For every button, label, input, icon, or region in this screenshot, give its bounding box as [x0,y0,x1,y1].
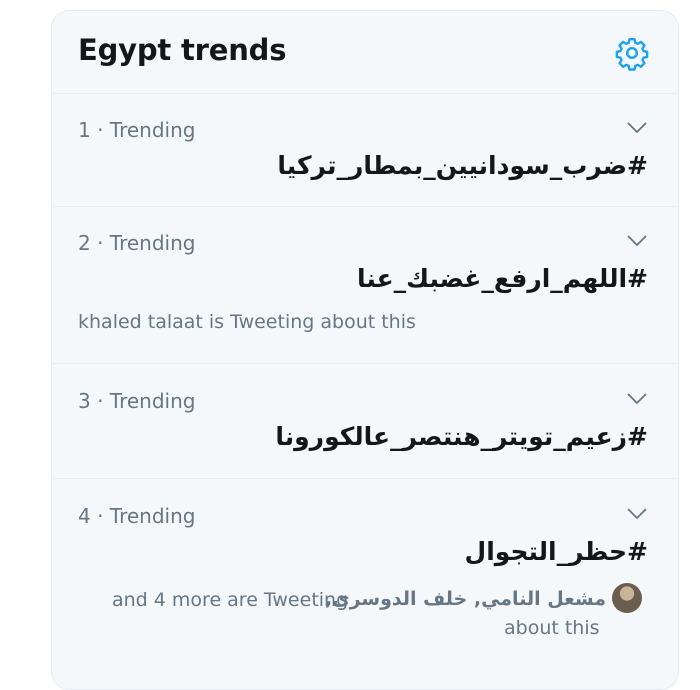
trend-context-line2: about this [504,617,600,639]
chevron-down-icon[interactable] [626,121,648,135]
trend-item-3[interactable]: 3 · Trending #زعيم_تويتر_هنتصر_عالكورونا [52,364,678,479]
trend-context-line1: and 4 more are Tweeting [112,589,349,611]
trend-meta: 2 · Trending [78,231,196,255]
page-title: Egypt trends [78,33,287,67]
trend-hashtag[interactable]: #حظر_التجوال [465,537,648,566]
trend-meta: 3 · Trending [78,389,196,413]
trend-hashtag[interactable]: #ضرب_سودانيين_بمطار_تركيا [277,151,648,180]
trend-item-1[interactable]: 1 · Trending #ضرب_سودانيين_بمطار_تركيا [52,94,678,207]
trends-header: Egypt trends [52,11,678,94]
tweeting-user-names: مشعل النامي, خلف الدوسري, [324,588,606,610]
trend-context: khaled talaat is Tweeting about this [78,311,416,333]
trend-meta: 4 · Trending [78,504,196,528]
trend-item-2[interactable]: 2 · Trending #اللهم_ارفع_غضبك_عنا khaled… [52,207,678,364]
trend-hashtag[interactable]: #اللهم_ارفع_غضبك_عنا [357,264,648,293]
trend-item-4[interactable]: 4 · Trending #حظر_التجوال مشعل النامي, خ… [52,479,678,679]
trend-meta: 1 · Trending [78,118,196,142]
gear-icon[interactable] [614,35,650,71]
chevron-down-icon[interactable] [626,234,648,248]
trend-hashtag[interactable]: #زعيم_تويتر_هنتصر_عالكورونا [275,422,648,451]
chevron-down-icon[interactable] [626,507,648,521]
trends-panel: Egypt trends 1 · Trending #ضرب_سودانيين_… [51,10,679,690]
avatar [612,583,642,613]
chevron-down-icon[interactable] [626,392,648,406]
